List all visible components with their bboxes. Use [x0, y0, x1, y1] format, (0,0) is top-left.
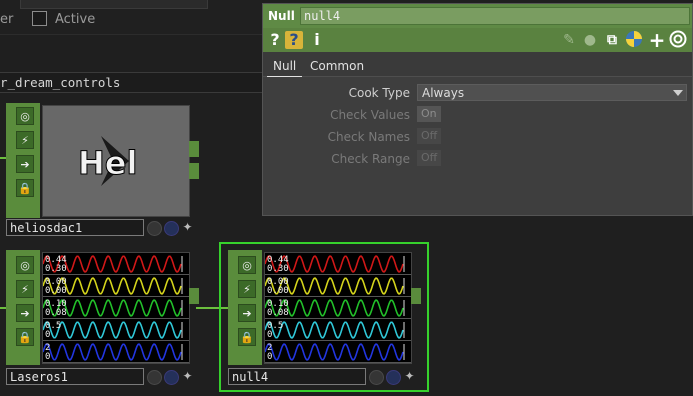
param-check-values: Check Values On [263, 105, 692, 125]
node-side-strip: ◎ ⚡ ➔ 🔒 [228, 250, 262, 365]
node-thumbnail: Hel [42, 105, 190, 217]
arrow-right-icon[interactable]: ➔ [16, 304, 34, 322]
lock-icon[interactable]: 🔒 [16, 328, 34, 346]
node-side-strip: ◎ ⚡ ➔ 🔒 [6, 103, 40, 218]
check-names-toggle[interactable]: Off [417, 128, 442, 144]
network-toolbar: er Active [0, 0, 262, 35]
output-connector[interactable] [189, 288, 199, 304]
node-heliosdac1[interactable]: ◎ ⚡ ➔ 🔒 Hel heliosdac1 ✦ [6, 103, 200, 238]
panel-tabs: Null Common [263, 52, 692, 77]
op-name-value: null4 [304, 9, 341, 23]
param-check-range: Check Range Off [263, 149, 692, 169]
display-flag-icon[interactable] [164, 370, 179, 385]
tab-null[interactable]: Null [267, 59, 303, 77]
add-icon[interactable]: ✦ [403, 370, 416, 383]
node-name: Laseros1 [10, 370, 68, 384]
clone-icon[interactable]: ⧉ [602, 30, 622, 50]
bypass-flag-icon[interactable] [147, 221, 162, 236]
channel-value-label: 0 [45, 352, 50, 362]
param-label: Check Values [330, 108, 410, 122]
comment-icon[interactable]: ● [580, 30, 600, 50]
output-connector[interactable] [189, 163, 199, 179]
cook-type-dropdown[interactable]: Always [417, 84, 687, 101]
channel-value-label: 0.08 [45, 308, 67, 318]
output-connector[interactable] [189, 141, 199, 157]
bypass-flag-icon[interactable] [147, 370, 162, 385]
node-null4[interactable]: ◎ ⚡ ➔ 🔒 0.44 0.30 0.00 0.00 0.10 0.08 0.5 0 2 0 n… [228, 250, 422, 385]
channel-value-label: 0.08 [267, 308, 289, 318]
lock-icon[interactable]: 🔒 [238, 328, 256, 346]
node-name: heliosdac1 [10, 221, 83, 235]
arrow-right-icon[interactable]: ➔ [16, 155, 34, 173]
node-name: null4 [232, 370, 269, 384]
param-label: Check Names [327, 130, 410, 144]
node-name-bar[interactable]: null4 [228, 368, 366, 385]
channel-viewer: 0.440.300.000.000.100.080.5020 [264, 255, 411, 363]
tab-common[interactable]: Common [310, 59, 364, 73]
op-name-field[interactable]: null4 [300, 7, 690, 25]
check-values-toggle[interactable]: On [417, 106, 441, 122]
viewer-icon[interactable]: ◎ [16, 107, 34, 125]
network-path-bar: r_dream_controls [0, 72, 262, 93]
help-icon[interactable]: ? [265, 30, 285, 50]
node-name-bar[interactable]: Laseros1 [6, 368, 144, 385]
viewer-icon[interactable]: ◎ [238, 256, 256, 274]
edit-icon[interactable]: ✎ [559, 30, 579, 50]
active-checkbox[interactable] [32, 11, 47, 26]
viewer-icon[interactable]: ◎ [16, 256, 34, 274]
chevron-down-icon [673, 90, 683, 96]
panel-toolbar: ? ? i ✎ ● ⧉ + [263, 28, 692, 52]
channel-value-label: 0.30 [267, 264, 289, 274]
node-thumbnail: 0.44 0.30 0.00 0.00 0.10 0.08 0.5 0 2 0 [264, 252, 412, 364]
cook-icon[interactable]: ⚡ [238, 280, 256, 298]
node-side-strip: ◎ ⚡ ➔ 🔒 [6, 250, 40, 365]
cook-icon[interactable]: ⚡ [16, 131, 34, 149]
channel-waveform [264, 343, 404, 361]
channel-value-label: 0.30 [45, 264, 67, 274]
check-range-toggle[interactable]: Off [417, 150, 442, 166]
output-connector[interactable] [411, 288, 421, 304]
channel-value-label: 0.00 [45, 286, 67, 296]
param-check-names: Check Names Off [263, 127, 692, 147]
channel-value-label: 0.00 [267, 286, 289, 296]
lock-icon[interactable]: 🔒 [16, 179, 34, 197]
channel-waveform [264, 321, 404, 339]
param-label: Cook Type [348, 86, 410, 100]
parameter-panel: Null null4 ? ? i ✎ ● ⧉ + Null Common Coo… [262, 3, 693, 216]
bypass-flag-icon[interactable] [369, 370, 384, 385]
active-label: Active [55, 12, 96, 27]
param-label: Check Range [331, 152, 410, 166]
python-help-icon[interactable]: ? [285, 31, 303, 49]
add-icon[interactable]: + [647, 30, 667, 50]
network-background [680, 216, 693, 396]
channel-waveform [42, 321, 182, 339]
channel-value-label: 0 [267, 352, 272, 362]
network-path[interactable]: r_dream_controls [0, 75, 120, 90]
add-icon[interactable]: ✦ [181, 221, 194, 234]
op-type-label: Null [268, 9, 295, 23]
panel-header: Null null4 [263, 4, 692, 28]
viewer-icon[interactable] [668, 30, 688, 50]
channel-value-label: 0 [267, 330, 272, 340]
toolbar-partial-label: er [0, 12, 14, 27]
node-name-bar[interactable]: heliosdac1 [6, 219, 144, 236]
channel-waveform [42, 343, 182, 361]
cook-icon[interactable]: ⚡ [16, 280, 34, 298]
channel-viewer: 0.440.300.000.000.100.080.5020 [42, 255, 189, 363]
thumb-text: Hel [78, 144, 137, 182]
info-icon[interactable]: i [307, 30, 327, 50]
add-icon[interactable]: ✦ [181, 370, 194, 383]
toolbar-field[interactable] [20, 0, 208, 9]
node-laseros1[interactable]: ◎ ⚡ ➔ 🔒 0.44 0.30 0.00 0.00 0.10 0.08 0.5 0 2 0 L… [6, 250, 200, 385]
dropdown-value: Always [422, 86, 465, 100]
node-thumbnail: 0.44 0.30 0.00 0.00 0.10 0.08 0.5 0 2 0 [42, 252, 190, 364]
param-cook-type: Cook Type Always [263, 83, 692, 103]
arrow-right-icon[interactable]: ➔ [238, 304, 256, 322]
python-icon[interactable] [624, 30, 644, 50]
display-flag-icon[interactable] [164, 221, 179, 236]
display-flag-icon[interactable] [386, 370, 401, 385]
channel-value-label: 0 [45, 330, 50, 340]
